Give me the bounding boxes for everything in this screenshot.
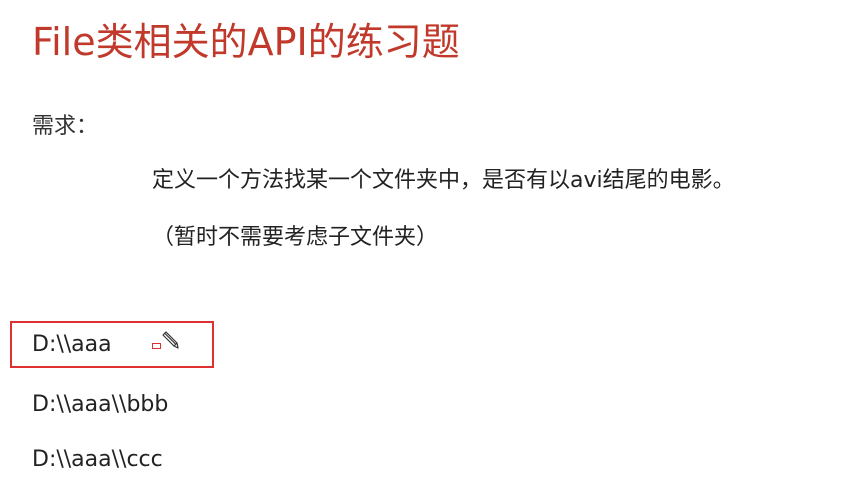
requirement-line: 定义一个方法找某一个文件夹中，是否有以avi结尾的电影。 <box>152 168 735 193</box>
requirement-line: （暂时不需要考虑子文件夹） <box>152 225 439 250</box>
slide: File类相关的API的练习题 需求： 定义一个方法找某一个文件夹中，是否有以a… <box>0 0 867 489</box>
requirement-label: 需求： <box>32 114 99 139</box>
pencil-icon <box>162 331 179 349</box>
edit-mark <box>152 331 182 355</box>
slide-title: File类相关的API的练习题 <box>32 20 460 64</box>
path-item: D:\\aaa\\ccc <box>32 447 163 472</box>
path-item: D:\\aaa\\bbb <box>32 392 169 417</box>
path-item: D:\\aaa <box>32 332 112 357</box>
